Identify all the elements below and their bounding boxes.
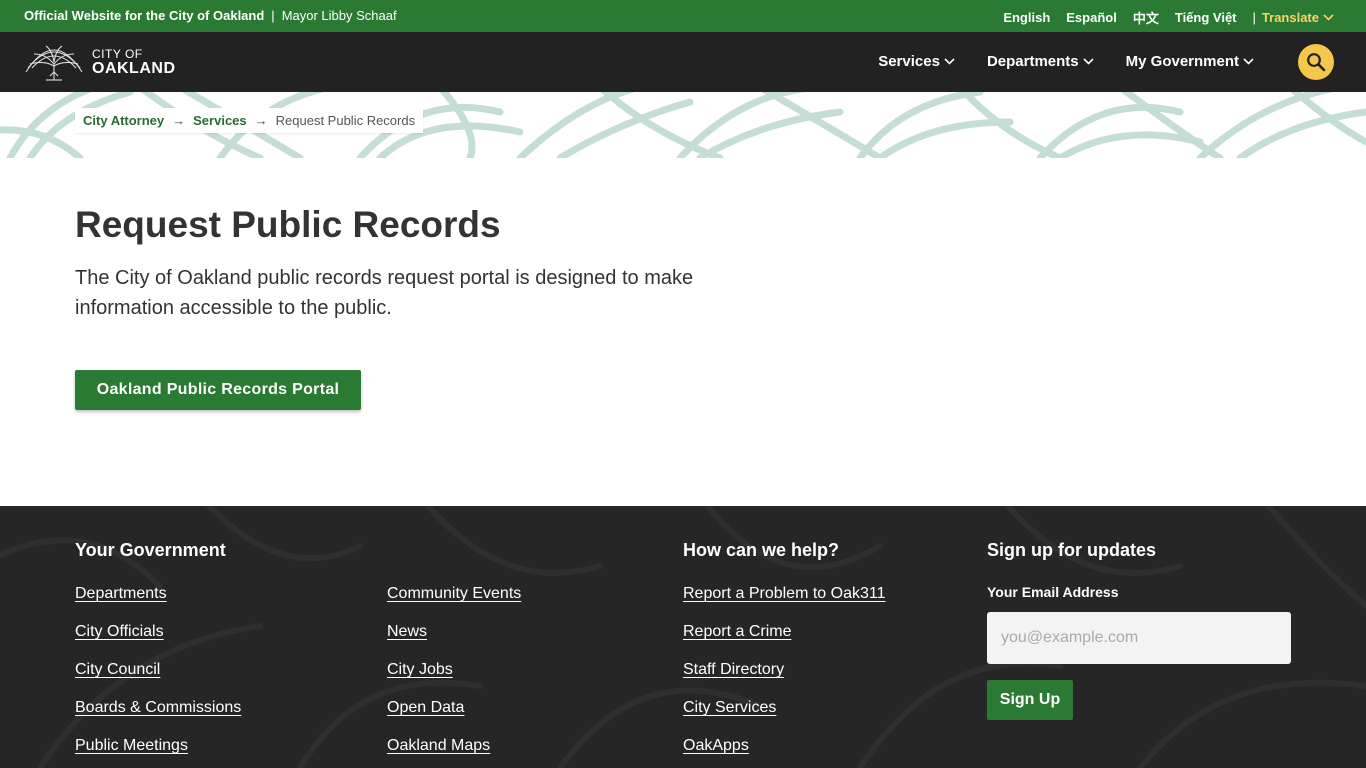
footer-link-staff-directory[interactable]: Staff Directory <box>683 660 885 698</box>
nav-services[interactable]: Services <box>878 53 955 70</box>
official-website-label: Official Website for the City of Oakland <box>24 8 265 23</box>
email-input[interactable] <box>987 612 1291 664</box>
footer-your-government: Your Government Departments City Officia… <box>75 540 241 768</box>
nav-menu: Services Departments My Government <box>846 53 1254 70</box>
chevron-down-icon <box>1243 58 1254 65</box>
footer-heading-signup: Sign up for updates <box>987 540 1156 560</box>
footer-heading-your-government: Your Government <box>75 540 226 560</box>
public-records-portal-button[interactable]: Oakland Public Records Portal <box>75 370 361 410</box>
logo-line1: CITY OF <box>92 46 143 61</box>
mayor-link[interactable]: Mayor Libby Schaaf <box>282 8 397 23</box>
footer-help: How can we help? Report a Problem to Oak… <box>683 540 885 768</box>
breadcrumb-current: Request Public Records <box>275 113 416 128</box>
site-footer: Your Government Departments City Officia… <box>0 506 1366 768</box>
lang-english[interactable]: English <box>1003 10 1050 25</box>
footer-link-boards-commissions[interactable]: Boards & Commissions <box>75 698 241 736</box>
footer-heading-help: How can we help? <box>683 540 840 560</box>
footer-link-oak311[interactable]: Report a Problem to Oak311 <box>683 584 885 622</box>
logo-line2: OAKLAND <box>92 59 176 77</box>
city-logo[interactable]: CITY OF OAKLAND <box>24 42 176 82</box>
footer-link-news[interactable]: News <box>387 622 521 660</box>
footer-your-government-col2: Community Events News City Jobs Open Dat… <box>387 584 521 768</box>
chevron-down-icon <box>1323 14 1334 21</box>
language-switcher: English Español 中文 Tiếng Việt | Translat… <box>987 8 1334 27</box>
footer-link-oakland-maps[interactable]: Oakland Maps <box>387 736 521 768</box>
utility-separator: | <box>271 8 275 23</box>
footer-link-open-data[interactable]: Open Data <box>387 698 521 736</box>
footer-signup: Sign up for updates Your Email Address S… <box>987 540 1291 720</box>
logo-text: CITY OF OAKLAND <box>92 48 176 77</box>
nav-departments-label: Departments <box>986 53 1079 70</box>
footer-link-city-jobs[interactable]: City Jobs <box>387 660 521 698</box>
chevron-down-icon <box>1083 58 1094 65</box>
nav-services-label: Services <box>878 53 940 70</box>
intro-text: The City of Oakland public records reque… <box>75 267 694 319</box>
breadcrumb-services[interactable]: Services <box>193 113 247 128</box>
footer-link-departments[interactable]: Departments <box>75 584 241 622</box>
footer-link-public-meetings[interactable]: Public Meetings <box>75 736 241 768</box>
footer-link-city-services[interactable]: City Services <box>683 698 885 736</box>
translate-dropdown[interactable]: Translate <box>1262 10 1334 25</box>
breadcrumb-city-attorney[interactable]: City Attorney <box>83 113 164 128</box>
translate-label: Translate <box>1261 10 1319 25</box>
search-button[interactable] <box>1298 44 1334 80</box>
chevron-down-icon <box>944 58 955 65</box>
main-navigation: CITY OF OAKLAND Services Departments My … <box>0 32 1366 92</box>
footer-link-report-crime[interactable]: Report a Crime <box>683 622 885 660</box>
lang-chinese[interactable]: 中文 <box>1133 8 1159 27</box>
sign-up-button[interactable]: Sign Up <box>987 680 1073 720</box>
footer-link-oakapps[interactable]: OakApps <box>683 736 885 768</box>
language-separator: | <box>1252 10 1256 25</box>
footer-link-community-events[interactable]: Community Events <box>387 584 521 622</box>
utility-bar: Official Website for the City of Oakland… <box>0 0 1366 32</box>
email-label: Your Email Address <box>987 584 1119 600</box>
nav-my-government-label: My Government <box>1125 53 1239 70</box>
breadcrumb: City Attorney → Services → Request Publi… <box>75 108 424 133</box>
footer-link-city-council[interactable]: City Council <box>75 660 241 698</box>
oak-tree-icon <box>25 45 83 81</box>
lang-vietnamese[interactable]: Tiếng Việt <box>1175 10 1237 25</box>
breadcrumb-arrow: → <box>254 113 268 128</box>
nav-my-government[interactable]: My Government <box>1126 53 1254 70</box>
footer-link-city-officials[interactable]: City Officials <box>75 622 241 660</box>
search-icon <box>1307 53 1326 72</box>
breadcrumb-arrow: → <box>172 113 186 128</box>
page-title: Request Public Records <box>75 204 501 245</box>
utility-left: Official Website for the City of Oakland… <box>24 8 397 23</box>
lang-espanol[interactable]: Español <box>1066 10 1117 25</box>
nav-departments[interactable]: Departments <box>987 53 1094 70</box>
